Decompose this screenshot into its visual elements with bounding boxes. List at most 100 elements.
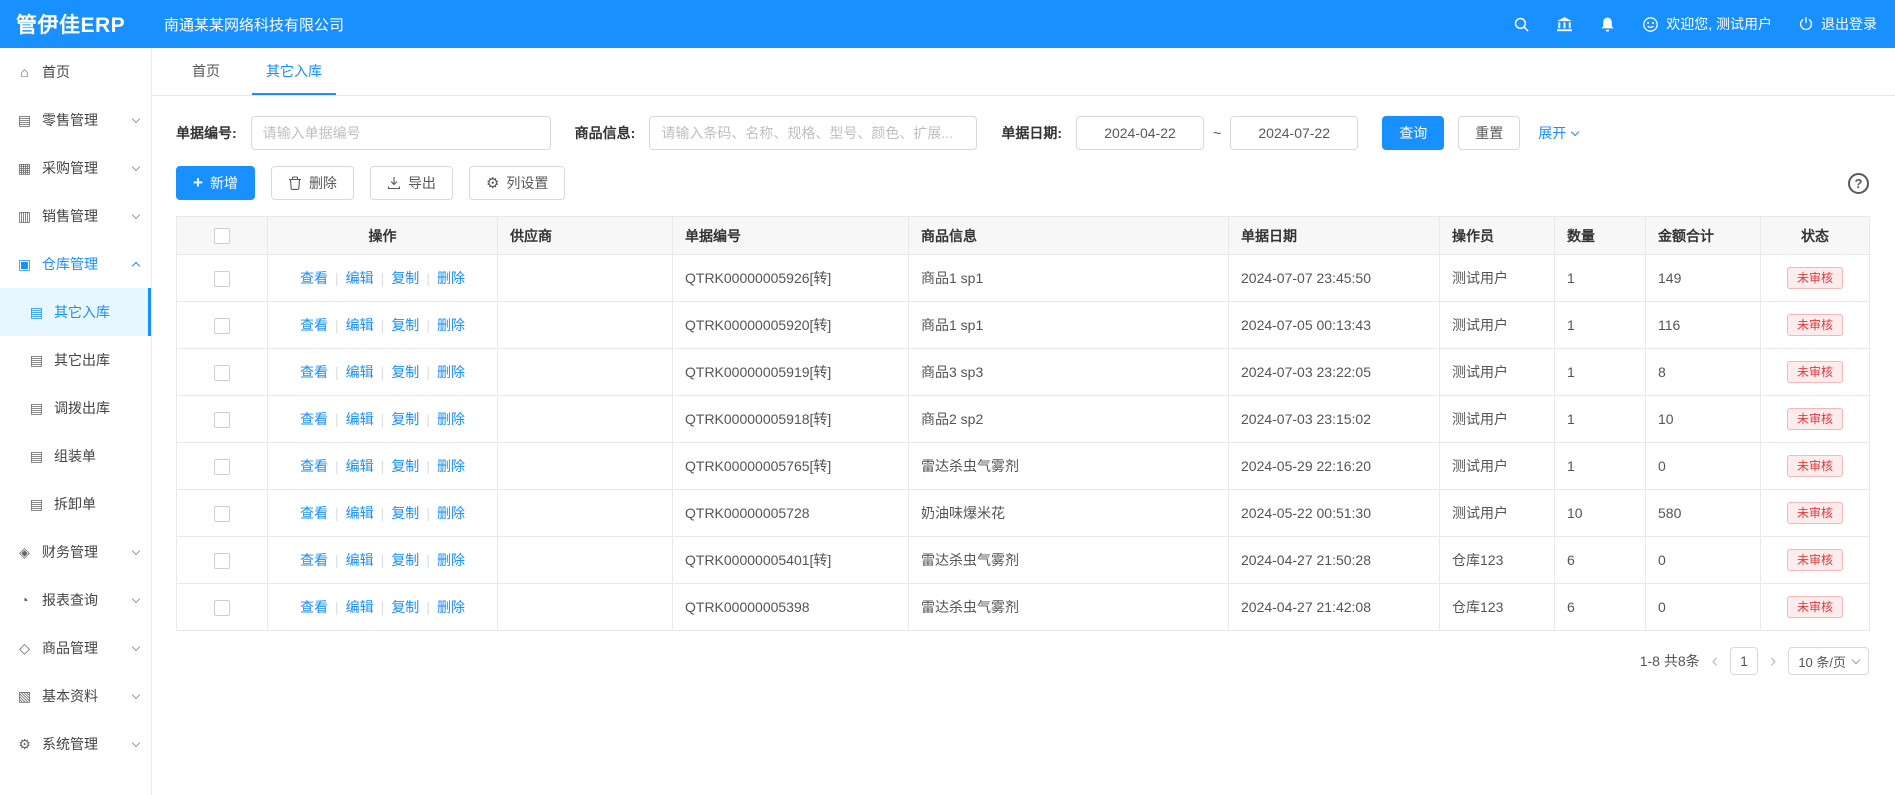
tab-other-inbound[interactable]: 其它入库 — [252, 48, 336, 95]
chevron-down-icon — [132, 690, 140, 698]
row-action-delete[interactable]: 删除 — [437, 270, 465, 286]
row-action-delete[interactable]: 删除 — [437, 599, 465, 615]
date-end-input[interactable]: 2024-07-22 — [1230, 116, 1358, 150]
row-action-delete[interactable]: 删除 — [437, 317, 465, 333]
row-action-edit[interactable]: 编辑 — [346, 599, 374, 615]
row-action-view[interactable]: 查看 — [300, 599, 328, 615]
sidebar-item-label: 商品管理 — [42, 638, 98, 658]
row-checkbox[interactable] — [214, 365, 230, 381]
row-action-view[interactable]: 查看 — [300, 552, 328, 568]
add-button[interactable]: + 新增 — [176, 166, 255, 200]
row-action-copy[interactable]: 复制 — [391, 317, 419, 333]
expand-link[interactable]: 展开 — [1538, 123, 1578, 143]
row-action-copy[interactable]: 复制 — [391, 364, 419, 380]
cell-qty: 1 — [1555, 302, 1646, 349]
sidebar-item-other-inbound[interactable]: ▤其它入库 — [0, 288, 151, 336]
row-checkbox[interactable] — [214, 600, 230, 616]
cell-operator: 测试用户 — [1440, 443, 1555, 490]
row-action-copy[interactable]: 复制 — [391, 270, 419, 286]
bank-icon[interactable] — [1556, 16, 1573, 33]
sidebar-item-sale[interactable]: ▥销售管理 — [0, 192, 151, 240]
row-action-edit[interactable]: 编辑 — [346, 552, 374, 568]
row-action-edit[interactable]: 编辑 — [346, 270, 374, 286]
sidebar-item-system[interactable]: ⚙系统管理 — [0, 720, 151, 768]
home-icon: ⌂ — [16, 64, 33, 80]
row-checkbox[interactable] — [214, 506, 230, 522]
sidebar-item-basic[interactable]: ▧基本资料 — [0, 672, 151, 720]
sidebar-item-label: 报表查询 — [42, 590, 98, 610]
row-action-delete[interactable]: 删除 — [437, 411, 465, 427]
row-action-view[interactable]: 查看 — [300, 411, 328, 427]
action-separator: | — [426, 270, 430, 286]
delete-button-label: 删除 — [309, 173, 337, 193]
sidebar-item-other-outbound[interactable]: ▤其它出库 — [0, 336, 151, 384]
row-checkbox[interactable] — [214, 553, 230, 569]
add-button-label: 新增 — [210, 173, 238, 193]
search-button[interactable]: 查询 — [1382, 116, 1444, 150]
basic-icon: ▧ — [16, 688, 33, 705]
cell-supplier — [498, 349, 673, 396]
row-action-edit[interactable]: 编辑 — [346, 458, 374, 474]
row-action-delete[interactable]: 删除 — [437, 505, 465, 521]
row-action-delete[interactable]: 删除 — [437, 364, 465, 380]
row-action-view[interactable]: 查看 — [300, 270, 328, 286]
cell-bill-no: QTRK00000005920[转] — [673, 302, 909, 349]
row-checkbox[interactable] — [214, 271, 230, 287]
current-page-button[interactable]: 1 — [1730, 647, 1758, 675]
sidebar-item-warehouse[interactable]: ▣仓库管理 — [0, 240, 151, 288]
cell-supplier — [498, 537, 673, 584]
reset-button[interactable]: 重置 — [1458, 116, 1520, 150]
sidebar-item-assembly[interactable]: ▤组装单 — [0, 432, 151, 480]
row-action-edit[interactable]: 编辑 — [346, 317, 374, 333]
chevron-down-icon — [132, 210, 140, 218]
prev-page-icon[interactable]: ‹ — [1710, 652, 1720, 671]
row-action-delete[interactable]: 删除 — [437, 458, 465, 474]
row-checkbox[interactable] — [214, 412, 230, 428]
row-action-copy[interactable]: 复制 — [391, 411, 419, 427]
row-checkbox[interactable] — [214, 459, 230, 475]
cell-amount: 0 — [1646, 443, 1761, 490]
help-icon[interactable]: ? — [1848, 173, 1869, 194]
cell-product: 雷达杀虫气雾剂 — [909, 537, 1229, 584]
select-all-checkbox[interactable] — [214, 228, 230, 244]
actions-cell: 查看|编辑|复制|删除 — [268, 255, 498, 302]
row-action-edit[interactable]: 编辑 — [346, 364, 374, 380]
product-info-input[interactable] — [649, 116, 977, 150]
welcome-user[interactable]: 欢迎您, 测试用户 — [1642, 14, 1772, 34]
page-size-value: 10 条/页 — [1798, 652, 1846, 671]
row-action-copy[interactable]: 复制 — [391, 458, 419, 474]
column-settings-button[interactable]: ⚙ 列设置 — [469, 166, 565, 200]
sidebar-item-retail[interactable]: ▤零售管理 — [0, 96, 151, 144]
bill-no-input[interactable] — [251, 116, 551, 150]
sidebar-item-finance[interactable]: ◈财务管理 — [0, 528, 151, 576]
search-icon[interactable] — [1513, 16, 1530, 33]
row-action-delete[interactable]: 删除 — [437, 552, 465, 568]
row-action-view[interactable]: 查看 — [300, 364, 328, 380]
delete-button[interactable]: 删除 — [271, 166, 354, 200]
sidebar-item-report[interactable]: ◔报表查询 — [0, 576, 151, 624]
cell-amount: 116 — [1646, 302, 1761, 349]
sidebar-item-label: 零售管理 — [42, 110, 98, 130]
export-button[interactable]: 导出 — [370, 166, 453, 200]
page-size-select[interactable]: 10 条/页 — [1788, 647, 1869, 675]
sidebar-item-home[interactable]: ⌂首页 — [0, 48, 151, 96]
sidebar-item-disassembly[interactable]: ▤拆卸单 — [0, 480, 151, 528]
next-page-icon[interactable]: › — [1768, 652, 1778, 671]
logout-button[interactable]: 退出登录 — [1798, 14, 1877, 34]
row-checkbox[interactable] — [214, 318, 230, 334]
row-action-view[interactable]: 查看 — [300, 458, 328, 474]
bell-icon[interactable] — [1599, 16, 1616, 33]
table-row: 查看|编辑|复制|删除 QTRK00000005918[转] 商品2 sp2 2… — [177, 396, 1870, 443]
row-action-edit[interactable]: 编辑 — [346, 411, 374, 427]
sidebar-item-transfer-outbound[interactable]: ▤调拨出库 — [0, 384, 151, 432]
row-action-copy[interactable]: 复制 — [391, 599, 419, 615]
row-action-copy[interactable]: 复制 — [391, 505, 419, 521]
row-action-view[interactable]: 查看 — [300, 317, 328, 333]
date-start-input[interactable]: 2024-04-22 — [1076, 116, 1204, 150]
sidebar-item-purchase[interactable]: ▦采购管理 — [0, 144, 151, 192]
row-action-edit[interactable]: 编辑 — [346, 505, 374, 521]
row-action-view[interactable]: 查看 — [300, 505, 328, 521]
sidebar-item-goods[interactable]: ◇商品管理 — [0, 624, 151, 672]
row-action-copy[interactable]: 复制 — [391, 552, 419, 568]
tab-home[interactable]: 首页 — [178, 48, 234, 95]
